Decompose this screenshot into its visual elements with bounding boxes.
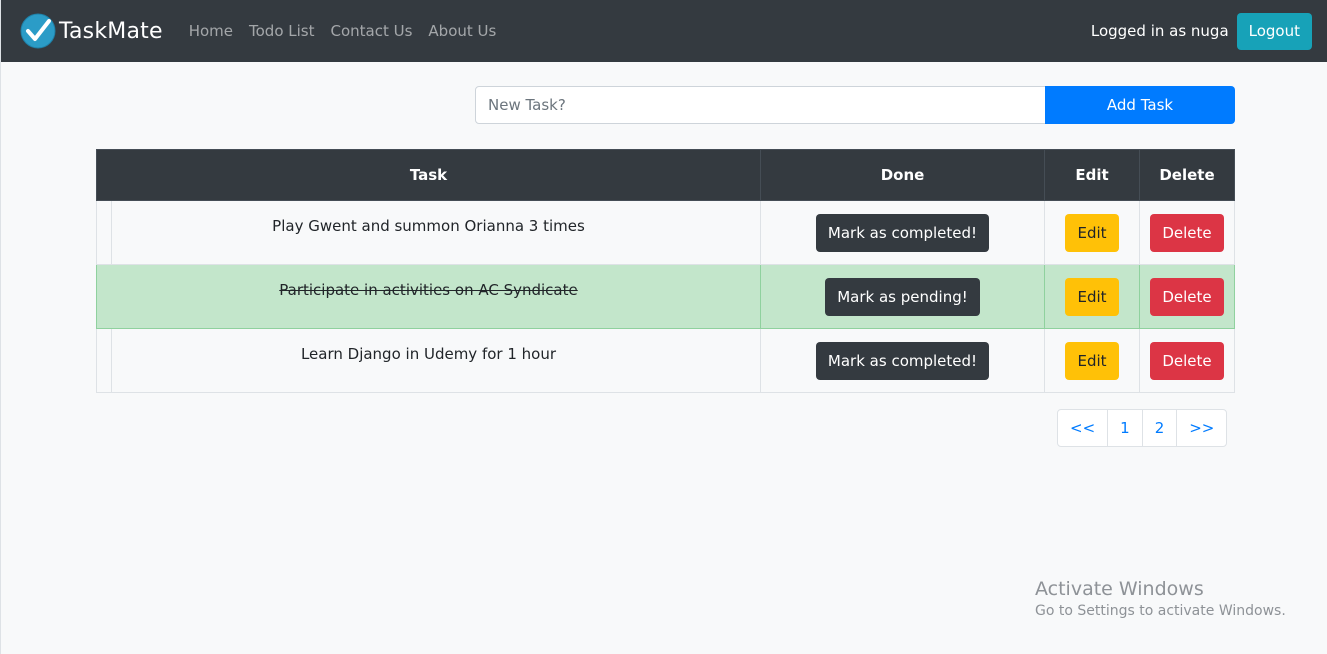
- delete-cell: Delete: [1139, 328, 1235, 393]
- mark-completed-button[interactable]: Mark as completed!: [815, 213, 990, 252]
- delete-cell: Delete: [1139, 264, 1235, 329]
- nav-link-about-us[interactable]: About Us: [420, 22, 504, 40]
- delete-button[interactable]: Delete: [1150, 277, 1224, 316]
- watermark-subtitle: Go to Settings to activate Windows.: [1035, 603, 1286, 619]
- table-header-row: Task Done Edit Delete: [96, 149, 1235, 201]
- pagination: << 1 2 >>: [1057, 409, 1228, 447]
- done-cell: Mark as completed!: [760, 328, 1045, 393]
- mark-completed-button[interactable]: Mark as completed!: [815, 341, 990, 380]
- edit-button[interactable]: Edit: [1065, 277, 1119, 316]
- nav-user-area: Logged in as nuga Logout: [1090, 12, 1312, 50]
- task-cell: Learn Django in Udemy for 1 hour: [96, 328, 761, 393]
- pagination-page-1[interactable]: 1: [1107, 409, 1143, 447]
- edit-cell: Edit: [1044, 328, 1140, 393]
- task-cell: Play Gwent and summon Orianna 3 times: [96, 200, 761, 265]
- pagination-last[interactable]: >>: [1176, 409, 1228, 447]
- add-task-button[interactable]: Add Task: [1045, 86, 1235, 124]
- navbar: TaskMate Home Todo List Contact Us About…: [1, 0, 1327, 62]
- nav-link-contact-us[interactable]: Contact Us: [323, 22, 421, 40]
- watermark-title: Activate Windows: [1035, 578, 1204, 600]
- delete-button[interactable]: Delete: [1150, 213, 1224, 252]
- nav-link-todo-list[interactable]: Todo List: [241, 22, 322, 40]
- delete-button[interactable]: Delete: [1150, 341, 1224, 380]
- task-cell: Participate in activities on AC Syndicat…: [96, 264, 761, 329]
- header-delete: Delete: [1139, 149, 1235, 201]
- brand-name: TaskMate: [59, 18, 163, 44]
- done-cell: Mark as pending!: [760, 264, 1045, 329]
- logged-in-text: Logged in as nuga: [1090, 22, 1229, 40]
- mark-pending-button[interactable]: Mark as pending!: [825, 277, 980, 316]
- nav-link-home[interactable]: Home: [181, 22, 241, 40]
- table-row: Participate in activities on AC Syndicat…: [96, 264, 1235, 329]
- task-table: Task Done Edit Delete Play Gwent and sum…: [96, 149, 1235, 393]
- task-text: Play Gwent and summon Orianna 3 times: [272, 216, 585, 235]
- edit-cell: Edit: [1044, 264, 1140, 329]
- header-task: Task: [96, 149, 761, 201]
- delete-cell: Delete: [1139, 200, 1235, 265]
- task-text: Learn Django in Udemy for 1 hour: [300, 344, 557, 363]
- edit-cell: Edit: [1044, 200, 1140, 265]
- header-edit: Edit: [1044, 149, 1140, 201]
- task-text: Participate in activities on AC Syndicat…: [279, 280, 578, 299]
- nav-links: Home Todo List Contact Us About Us: [181, 22, 505, 40]
- logout-button[interactable]: Logout: [1236, 12, 1312, 50]
- table-row: Play Gwent and summon Orianna 3 times Ma…: [96, 200, 1235, 265]
- header-done: Done: [760, 149, 1045, 201]
- page: TaskMate Home Todo List Contact Us About…: [0, 0, 1327, 654]
- table-row: Learn Django in Udemy for 1 hour Mark as…: [96, 328, 1235, 393]
- brand-link[interactable]: TaskMate: [20, 13, 163, 49]
- done-cell: Mark as completed!: [760, 200, 1045, 265]
- checkmark-circle-icon: [20, 13, 56, 49]
- activate-windows-watermark: Activate Windows Go to Settings to activ…: [1035, 578, 1286, 619]
- edit-button[interactable]: Edit: [1065, 341, 1119, 380]
- new-task-input[interactable]: [475, 86, 1046, 124]
- pagination-page-2[interactable]: 2: [1141, 409, 1178, 447]
- edit-button[interactable]: Edit: [1065, 213, 1119, 252]
- pagination-first[interactable]: <<: [1057, 409, 1109, 447]
